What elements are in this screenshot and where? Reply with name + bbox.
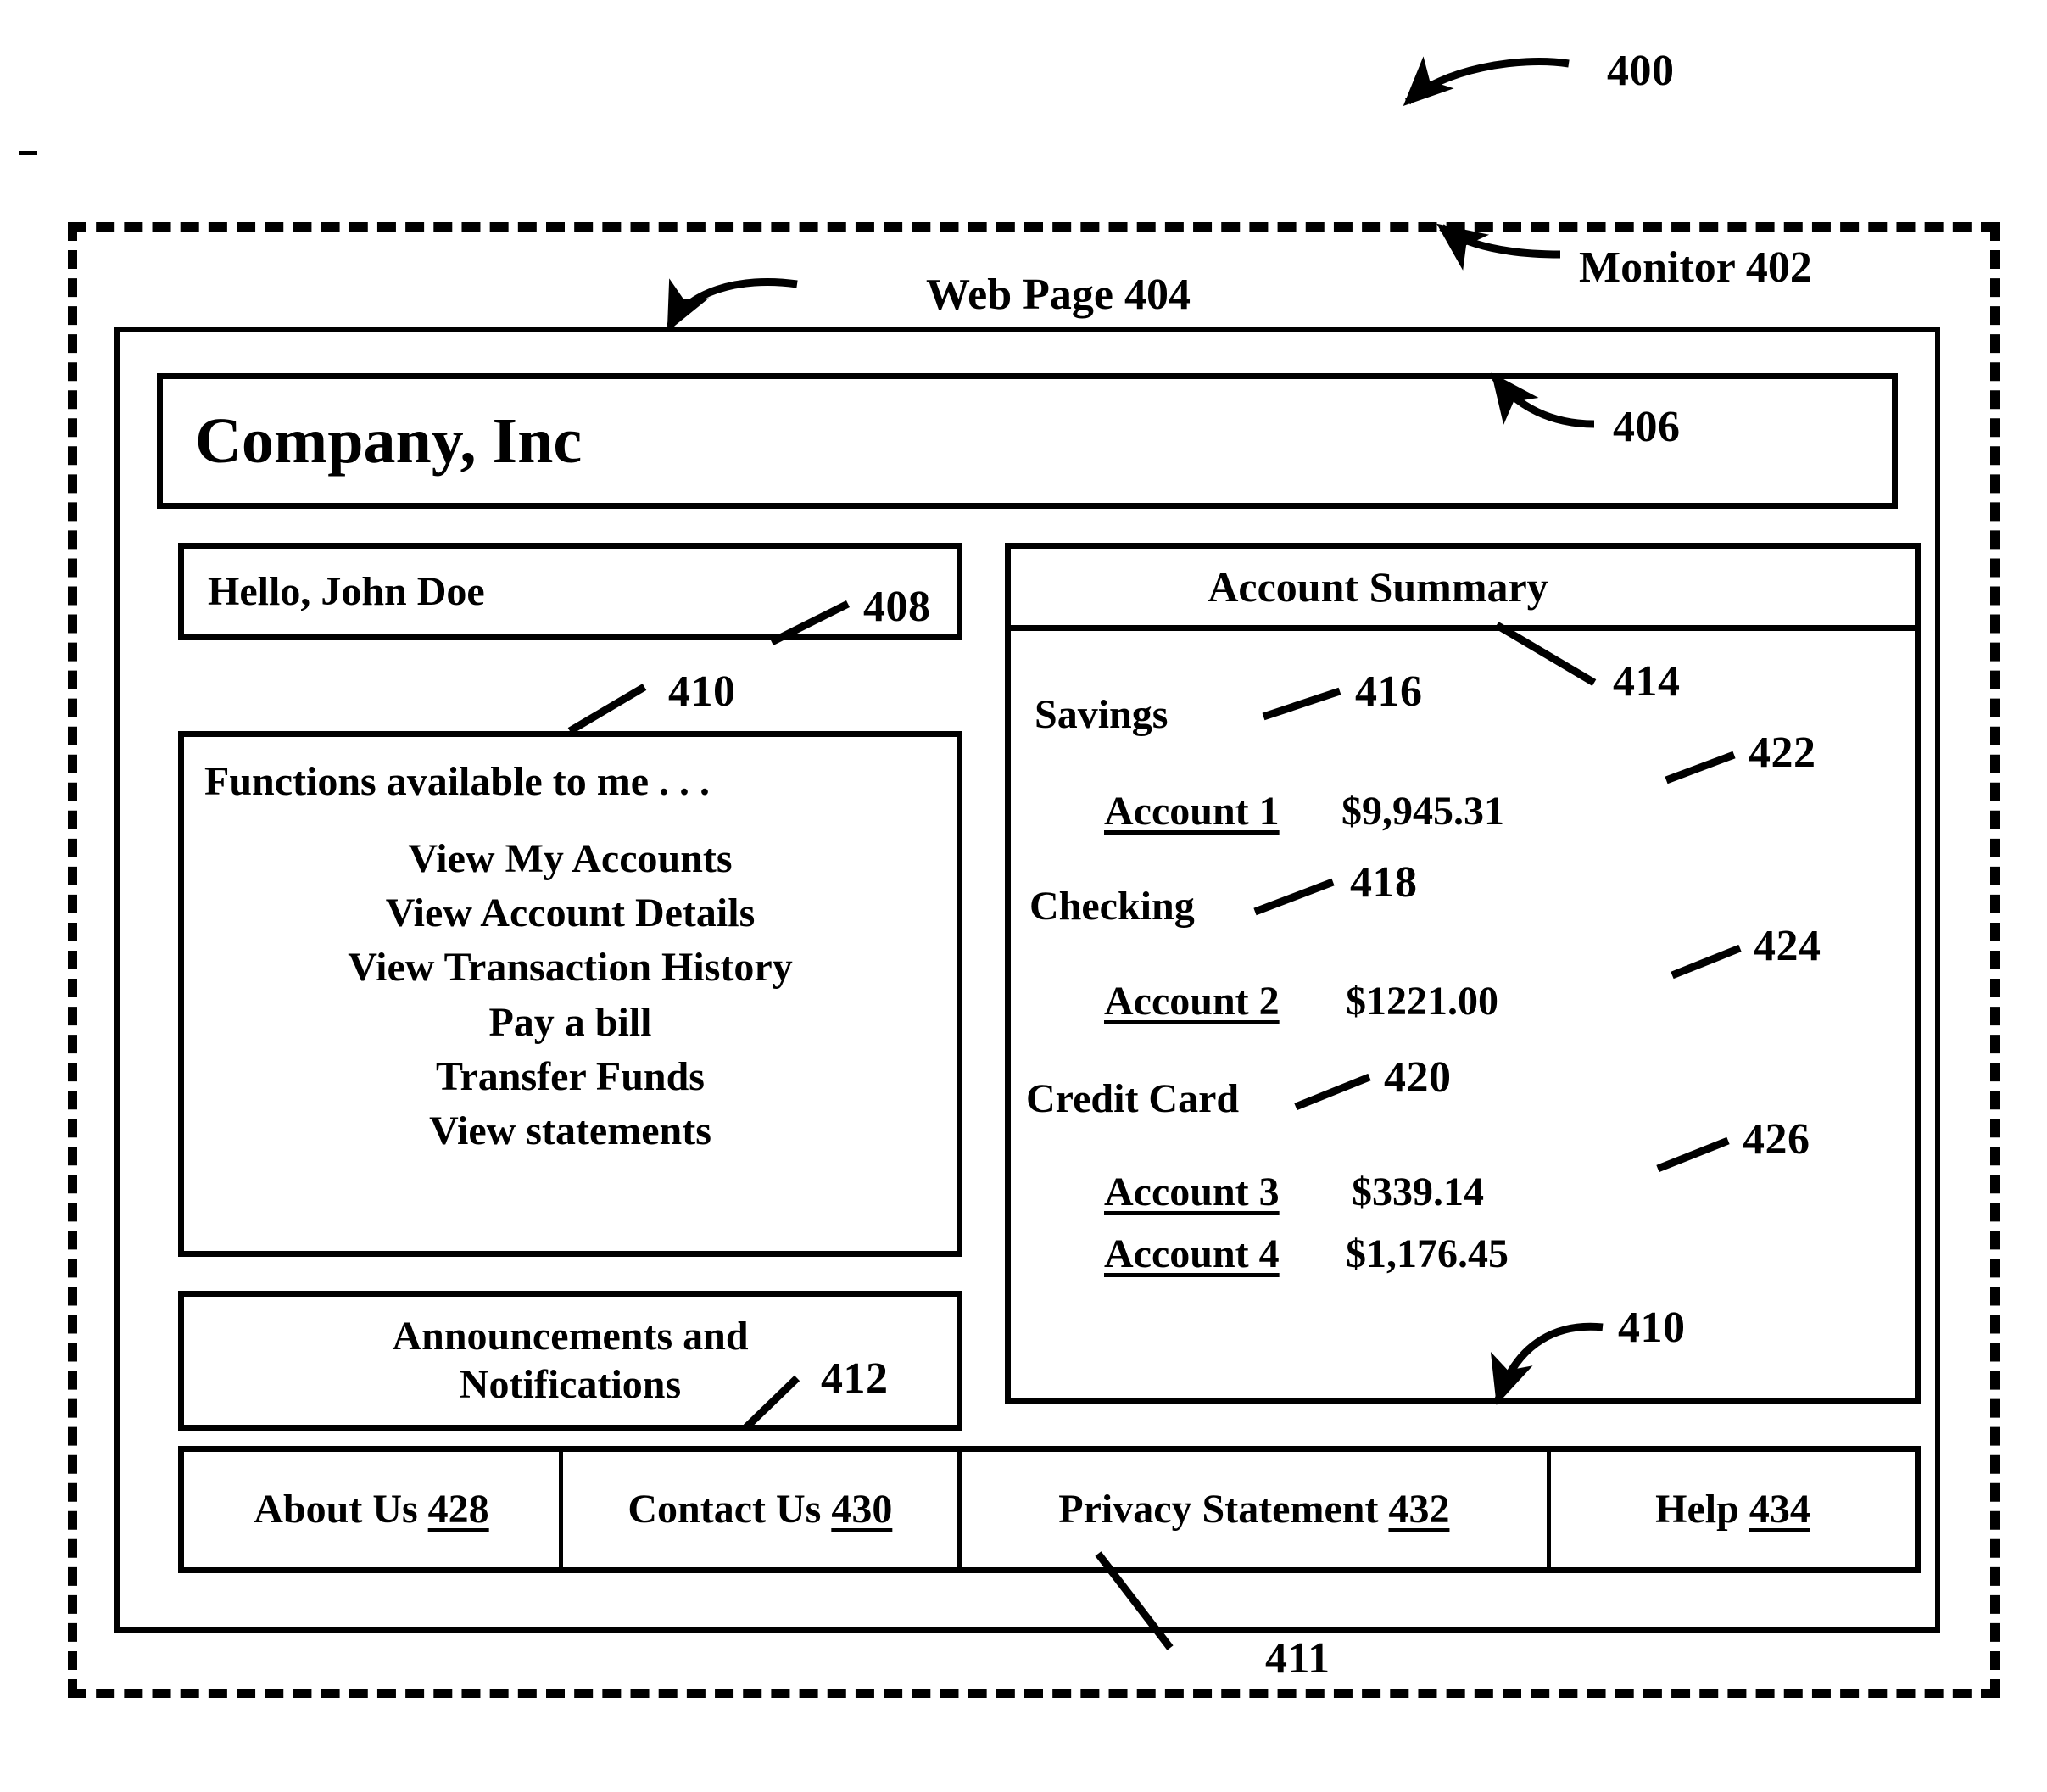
callout-408: 408	[863, 583, 931, 631]
footer-bar: About Us 428 Contact Us 430 Privacy Stat…	[178, 1446, 1921, 1573]
functions-list: View My Accounts View Account Details Vi…	[184, 832, 957, 1159]
callout-422: 422	[1749, 729, 1816, 777]
account-group-label-credit-card: Credit Card	[1026, 1076, 1240, 1121]
account-balance-account-3: $339.14	[1352, 1170, 1484, 1214]
figure-canvas: Company, Inc Hello, John Doe Functions a…	[0, 0, 2047, 1792]
account-group-label-checking: Checking	[1029, 884, 1195, 929]
footer-link-contact-us[interactable]: Contact Us 430	[563, 1452, 962, 1567]
greeting-text: Hello, John Doe	[208, 568, 485, 614]
callout-406: 406	[1613, 403, 1681, 451]
account-link-account-1[interactable]: Account 1	[1104, 791, 1280, 832]
function-link-view-my-accounts[interactable]: View My Accounts	[184, 832, 957, 886]
function-link-view-statements[interactable]: View statements	[184, 1104, 957, 1158]
greeting-box: Hello, John Doe	[178, 543, 962, 640]
account-group-label-savings: Savings	[1035, 692, 1169, 737]
account-link-account-4[interactable]: Account 4	[1104, 1234, 1280, 1275]
account-link-account-2[interactable]: Account 2	[1104, 981, 1280, 1022]
account-balance-account-4: $1,176.45	[1346, 1231, 1509, 1276]
footer-help-label: Help	[1655, 1487, 1739, 1532]
account-balance-account-2: $1221.00	[1346, 979, 1498, 1024]
callout-410-functions: 410	[668, 667, 736, 716]
footer-about-us-ref: 428	[427, 1487, 489, 1532]
function-link-view-account-details[interactable]: View Account Details	[184, 886, 957, 941]
footer-about-us-text: About Us 428	[254, 1489, 488, 1530]
footer-link-privacy-statement[interactable]: Privacy Statement 432	[962, 1452, 1551, 1567]
callout-416: 416	[1355, 667, 1423, 716]
footer-help-ref: 434	[1749, 1487, 1810, 1532]
footer-link-help[interactable]: Help 434	[1551, 1452, 1915, 1567]
callout-418: 418	[1350, 858, 1418, 907]
callout-411: 411	[1265, 1634, 1330, 1683]
footer-help-text: Help 434	[1655, 1489, 1810, 1530]
account-summary-heading: Account Summary	[1208, 563, 1548, 611]
footer-privacy-ref: 432	[1388, 1487, 1450, 1532]
footer-contact-us-text: Contact Us 430	[627, 1489, 892, 1530]
footer-link-about-us[interactable]: About Us 428	[184, 1452, 563, 1567]
account-summary-panel: Account Summary Savings Account 1 $9,945…	[1005, 543, 1921, 1404]
callout-414: 414	[1613, 657, 1681, 706]
company-name: Company, Inc	[195, 405, 583, 477]
account-summary-heading-row: Account Summary	[1011, 549, 1915, 631]
footer-contact-us-ref: 430	[831, 1487, 893, 1532]
callout-424: 424	[1754, 922, 1821, 970]
function-link-pay-a-bill[interactable]: Pay a bill	[184, 996, 957, 1050]
callout-412: 412	[821, 1354, 889, 1403]
callout-webpage-404: Web Page 404	[926, 271, 1191, 319]
footer-privacy-label: Privacy Statement	[1058, 1487, 1379, 1532]
footer-about-us-label: About Us	[254, 1487, 418, 1532]
footer-contact-us-label: Contact Us	[627, 1487, 822, 1532]
callout-410-summary: 410	[1618, 1304, 1686, 1352]
announcements-title-line-1: Announcements and	[392, 1313, 749, 1359]
stray-tick-mark	[19, 151, 37, 155]
callout-monitor-402: Monitor 402	[1579, 243, 1812, 292]
callout-400: 400	[1607, 47, 1675, 95]
footer-privacy-text: Privacy Statement 432	[1058, 1489, 1449, 1530]
account-link-account-3[interactable]: Account 3	[1104, 1172, 1280, 1213]
announcements-title-line-2: Notifications	[459, 1361, 682, 1407]
callout-420: 420	[1384, 1053, 1452, 1102]
callout-426: 426	[1743, 1115, 1810, 1164]
leader-400	[1403, 56, 1570, 106]
functions-panel: Functions available to me . . . View My …	[178, 731, 962, 1257]
function-link-view-transaction-history[interactable]: View Transaction History	[184, 941, 957, 995]
account-balance-account-1: $9,945.31	[1341, 789, 1504, 834]
functions-heading: Functions available to me . . .	[204, 759, 710, 804]
function-link-transfer-funds[interactable]: Transfer Funds	[184, 1050, 957, 1104]
